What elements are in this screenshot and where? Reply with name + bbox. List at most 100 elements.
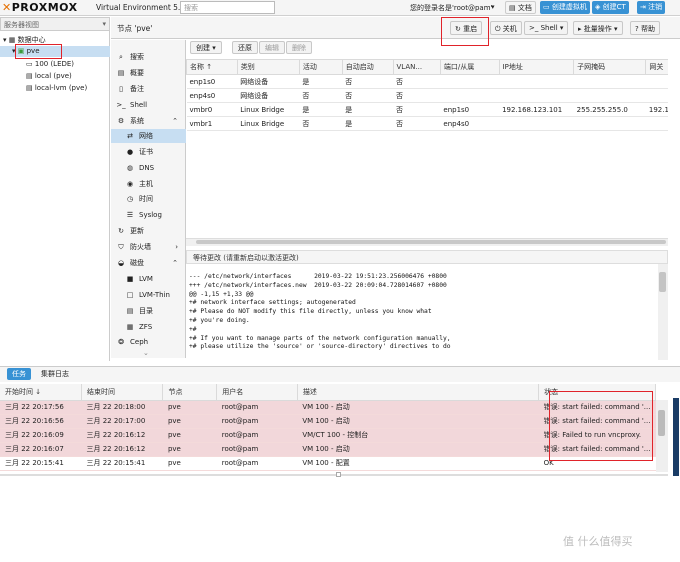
create-vm-button[interactable]: ▭ 创建虚拟机 xyxy=(540,1,590,14)
column-header[interactable]: 子网掩码 xyxy=(573,59,647,75)
menu-item-summary[interactable]: ▤ 概要 xyxy=(111,66,186,80)
scrollbar-thumb[interactable] xyxy=(659,272,666,292)
column-header[interactable]: 活动 xyxy=(298,59,343,75)
task-node: pve xyxy=(162,400,217,415)
annotation-highlight-status xyxy=(549,391,653,461)
scrollbar-thumb[interactable] xyxy=(196,240,666,244)
task-user: root@pam xyxy=(216,442,298,457)
table-cell: 255.255.255.0 xyxy=(573,102,646,117)
menu-item-time[interactable]: ◷ 时间 xyxy=(111,192,186,206)
column-header[interactable]: 端口/从属 xyxy=(439,59,500,75)
bulk-actions-button[interactable]: ▸ 批量操作 ▾ xyxy=(573,21,623,35)
collapse-icon[interactable]: ▾ xyxy=(3,36,7,44)
diff-line: +# please utilize the 'source' or 'sourc… xyxy=(189,343,451,351)
tree-item-local-lvm[interactable]: ▤ local-lvm (pve) xyxy=(26,83,87,94)
chevron-right-icon[interactable]: › xyxy=(175,240,178,254)
folder-icon: ▤ xyxy=(126,307,134,315)
datacenter-icon: ▦ xyxy=(8,36,16,44)
logout-button[interactable]: ⇥ 注销 xyxy=(637,1,666,14)
task-user: root@pam xyxy=(216,428,298,443)
diff-line: +++ /etc/network/interfaces.new 2019-03-… xyxy=(189,281,447,289)
grid-icon: ▦ xyxy=(126,323,134,331)
table-cell xyxy=(645,116,668,131)
scrollbar-thumb[interactable] xyxy=(658,410,665,436)
shell-button[interactable]: >_ Shell ▾ xyxy=(524,21,569,35)
watermark: 值 什么值得买 xyxy=(563,535,633,548)
table-row[interactable]: vmbr0 Linux Bridge 是是否 enp1s0 192.168.123.10… xyxy=(186,102,668,117)
user-menu-icon[interactable]: ▾ xyxy=(491,3,495,11)
view-selector[interactable]: 服务器视图 ▾ xyxy=(0,17,110,31)
pending-diff: --- /etc/network/interfaces 2019-03-22 1… xyxy=(186,264,658,360)
column-header[interactable]: VLAN... xyxy=(392,59,441,75)
menu-item-certificates[interactable]: ● 证书 xyxy=(111,145,186,159)
table-cell: Linux Bridge xyxy=(237,116,300,131)
square-icon: ■ xyxy=(126,275,134,283)
menu-item-firewall[interactable]: ⛉ 防火墙 › xyxy=(111,240,186,254)
ceph-icon: ❂ xyxy=(118,338,124,346)
create-ct-button[interactable]: ◈ 创建CT xyxy=(592,1,629,14)
menu-item-updates[interactable]: ↻ 更新 xyxy=(111,224,186,238)
tab-tasks[interactable]: 任务 xyxy=(7,368,31,380)
table-cell: Linux Bridge xyxy=(237,102,300,117)
column-header[interactable]: 类别 xyxy=(236,59,300,75)
revert-button[interactable]: 还原 xyxy=(232,41,258,54)
column-header[interactable]: 名称 ↑ xyxy=(186,59,238,75)
column-header[interactable]: 用户名 xyxy=(216,384,298,401)
annotation-highlight-pve xyxy=(15,44,62,59)
column-header[interactable]: 开始时间 ↓ xyxy=(0,384,82,401)
column-header[interactable]: 网关 xyxy=(645,59,668,75)
table-row[interactable]: enp4s0 网络设备否否否 xyxy=(186,88,668,103)
table-cell xyxy=(440,74,500,89)
version-label: Virtual Environment 5.3-8 xyxy=(96,3,193,12)
menu-item-notes[interactable]: ▯ 备注 xyxy=(111,82,186,96)
menu-item-shell[interactable]: >_ Shell xyxy=(111,98,186,112)
menu-item-hosts[interactable]: ◉ 主机 xyxy=(111,177,186,191)
task-desc: VM 100 - 启动 xyxy=(297,442,539,457)
task-end: 三月 22 20:16:12 xyxy=(81,442,163,457)
menu-item-zfs[interactable]: ▦ ZFS xyxy=(111,320,186,334)
resize-handle[interactable] xyxy=(336,472,341,477)
create-button[interactable]: 创建 ▾ xyxy=(190,41,222,54)
menu-item-dns[interactable]: ◍ DNS xyxy=(111,161,186,175)
shield-icon: ⛉ xyxy=(118,243,124,251)
column-header[interactable]: IP地址 xyxy=(498,59,575,75)
menu-item-syslog[interactable]: ☰ Syslog xyxy=(111,208,186,222)
column-header[interactable]: 结束时间 xyxy=(81,384,164,401)
tree-item-local[interactable]: ▤ local (pve) xyxy=(26,71,72,82)
table-cell: 网络设备 xyxy=(237,74,300,89)
table-row[interactable]: enp1s0 网络设备是否否 xyxy=(186,74,668,89)
task-user: root@pam xyxy=(216,414,298,429)
column-header[interactable]: 节点 xyxy=(162,384,218,401)
shutdown-button[interactable]: ⏻ 关机 xyxy=(490,21,522,35)
menu-item-directory[interactable]: ▤ 目录 xyxy=(111,304,186,318)
menu-item-lvm-thin[interactable]: □ LVM-Thin xyxy=(111,288,186,302)
list-icon: ☰ xyxy=(126,211,134,219)
table-cell xyxy=(499,74,574,89)
menu-item-system[interactable]: ⚙ 系统 ⌃ xyxy=(111,114,186,128)
docs-button[interactable]: ▤ 文档 xyxy=(505,1,536,14)
table-cell xyxy=(645,88,668,103)
table-cell: vmbr1 xyxy=(186,116,238,131)
delete-button[interactable]: 删除 xyxy=(286,41,312,54)
table-cell: vmbr0 xyxy=(186,102,238,117)
column-header[interactable]: 描述 xyxy=(297,384,540,401)
tab-cluster-log[interactable]: 集群日志 xyxy=(36,368,74,380)
menu-item-lvm[interactable]: ■ LVM xyxy=(111,272,186,286)
tree-item-vm-100[interactable]: ▭ 100 (LEDE) xyxy=(26,59,74,70)
menu-item-network[interactable]: ⇄ 网络 xyxy=(111,129,186,143)
chevron-up-icon[interactable]: ⌃ xyxy=(172,256,178,270)
edit-button[interactable]: 编辑 xyxy=(259,41,285,54)
column-header[interactable]: 自动启动 xyxy=(341,59,394,75)
menu-item-search[interactable]: ⌕ 搜索 xyxy=(111,50,186,64)
menu-item-ceph[interactable]: ❂ Ceph xyxy=(111,335,186,349)
search-input[interactable]: 搜索 xyxy=(180,1,275,14)
search-icon: ⌕ xyxy=(119,53,123,61)
menu-scroll-down-icon[interactable]: ⌄ xyxy=(143,349,149,357)
storage-icon: ▤ xyxy=(26,72,33,80)
chevron-up-icon[interactable]: ⌃ xyxy=(172,114,178,128)
cube-icon: ◈ xyxy=(595,3,601,11)
help-button[interactable]: ? 帮助 xyxy=(630,21,660,35)
task-desc: VM 100 - 启动 xyxy=(297,414,539,429)
table-row[interactable]: vmbr1 Linux Bridge 否是否 enp4s0 xyxy=(186,116,668,131)
menu-item-disks[interactable]: ◒ 磁盘 ⌃ xyxy=(111,256,186,270)
